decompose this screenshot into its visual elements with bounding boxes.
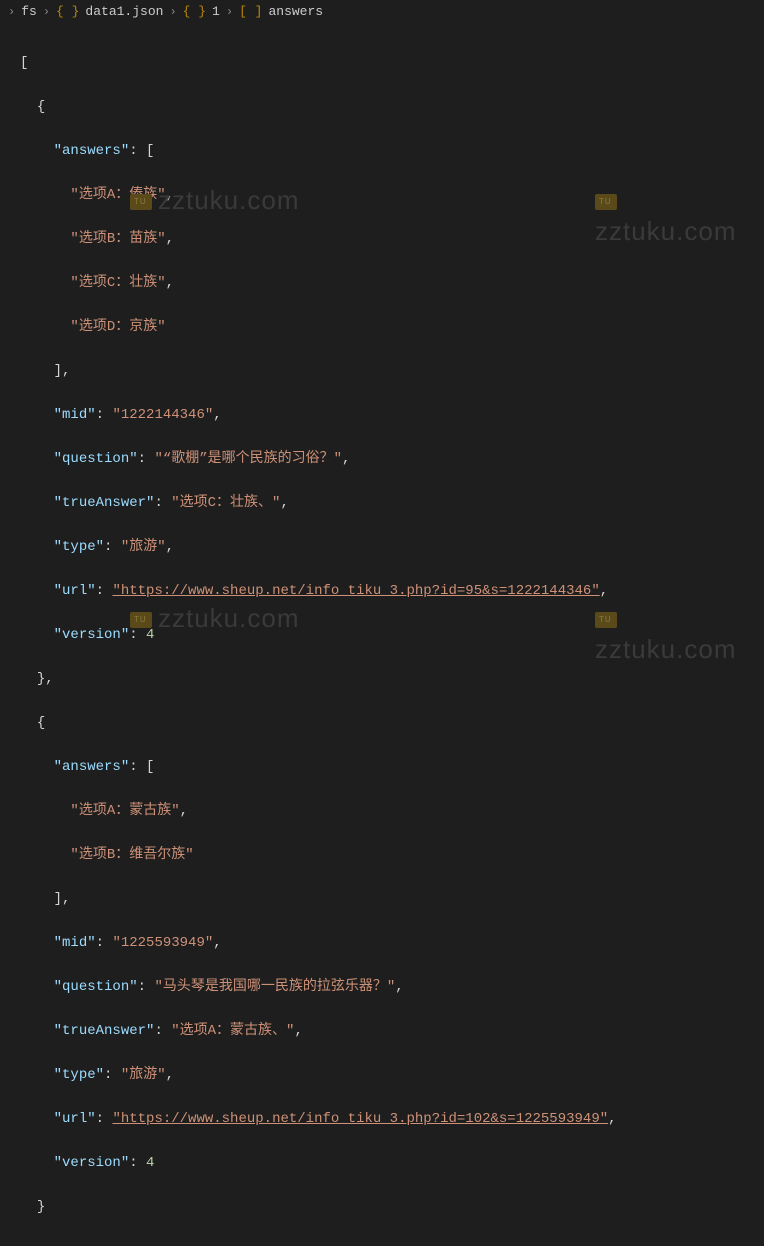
json-string: "马头琴是我国哪一民族的拉弦乐器？" [154, 979, 395, 995]
json-string: "选项B：苗族" [70, 231, 165, 247]
json-string: "选项C：壮族、" [171, 495, 280, 511]
json-string: "选项D：京族" [70, 319, 165, 335]
json-url[interactable]: "https://www.sheup.net/info_tiku_3.php?i… [112, 1111, 608, 1127]
json-string: "选项B：维吾尔族" [70, 847, 193, 863]
json-string: "选项C：壮族" [70, 275, 165, 291]
breadcrumb-seg-answers[interactable]: answers [268, 4, 323, 19]
chevron-right-icon: › [8, 5, 15, 19]
brace-open: { [37, 99, 45, 115]
json-key: "version" [54, 627, 130, 643]
json-string: "选项A：蒙古族、" [171, 1023, 294, 1039]
json-key: "type" [54, 539, 104, 555]
json-file-icon: { } [56, 4, 79, 19]
json-key: "question" [54, 979, 138, 995]
json-url[interactable]: "https://www.sheup.net/info_tiku_3.php?i… [112, 583, 599, 599]
json-number: 4 [146, 627, 154, 643]
json-key: "trueAnswer" [54, 1023, 155, 1039]
json-key: "trueAnswer" [54, 495, 155, 511]
json-string: "“歌棚”是哪个民族的习俗？" [154, 451, 342, 467]
json-key: "answers" [54, 759, 130, 775]
json-string: "旅游" [121, 539, 166, 555]
brace-open: { [37, 715, 45, 731]
brace-close: }, [37, 671, 54, 687]
object-icon: { } [183, 4, 206, 19]
bracket-open: [ [20, 55, 28, 71]
json-key: "mid" [54, 935, 96, 951]
chevron-right-icon: › [226, 5, 233, 19]
json-key: "url" [54, 1111, 96, 1127]
breadcrumb[interactable]: › fs › { } data1.json › { } 1 › [ ] answ… [0, 0, 764, 24]
json-string: "1225593949" [112, 935, 213, 951]
json-key: "version" [54, 1155, 130, 1171]
breadcrumb-seg-index[interactable]: 1 [212, 4, 220, 19]
json-key: "question" [54, 451, 138, 467]
json-key: "type" [54, 1067, 104, 1083]
brace-close: } [37, 1199, 45, 1215]
json-string: "旅游" [121, 1067, 166, 1083]
chevron-right-icon: › [43, 5, 50, 19]
breadcrumb-seg-fs[interactable]: fs [21, 4, 37, 19]
chevron-right-icon: › [169, 5, 176, 19]
json-string: "选项A：傣族" [70, 187, 165, 203]
json-number: 4 [146, 1155, 154, 1171]
breadcrumb-seg-file[interactable]: data1.json [85, 4, 163, 19]
json-string: "1222144346" [112, 407, 213, 423]
json-key: "answers" [54, 143, 130, 159]
json-key: "mid" [54, 407, 96, 423]
array-icon: [ ] [239, 4, 262, 19]
json-string: "选项A：蒙古族" [70, 803, 179, 819]
code-editor[interactable]: [ { "answers": [ "选项A：傣族", "选项B：苗族", "选项… [0, 24, 764, 1246]
json-key: "url" [54, 583, 96, 599]
